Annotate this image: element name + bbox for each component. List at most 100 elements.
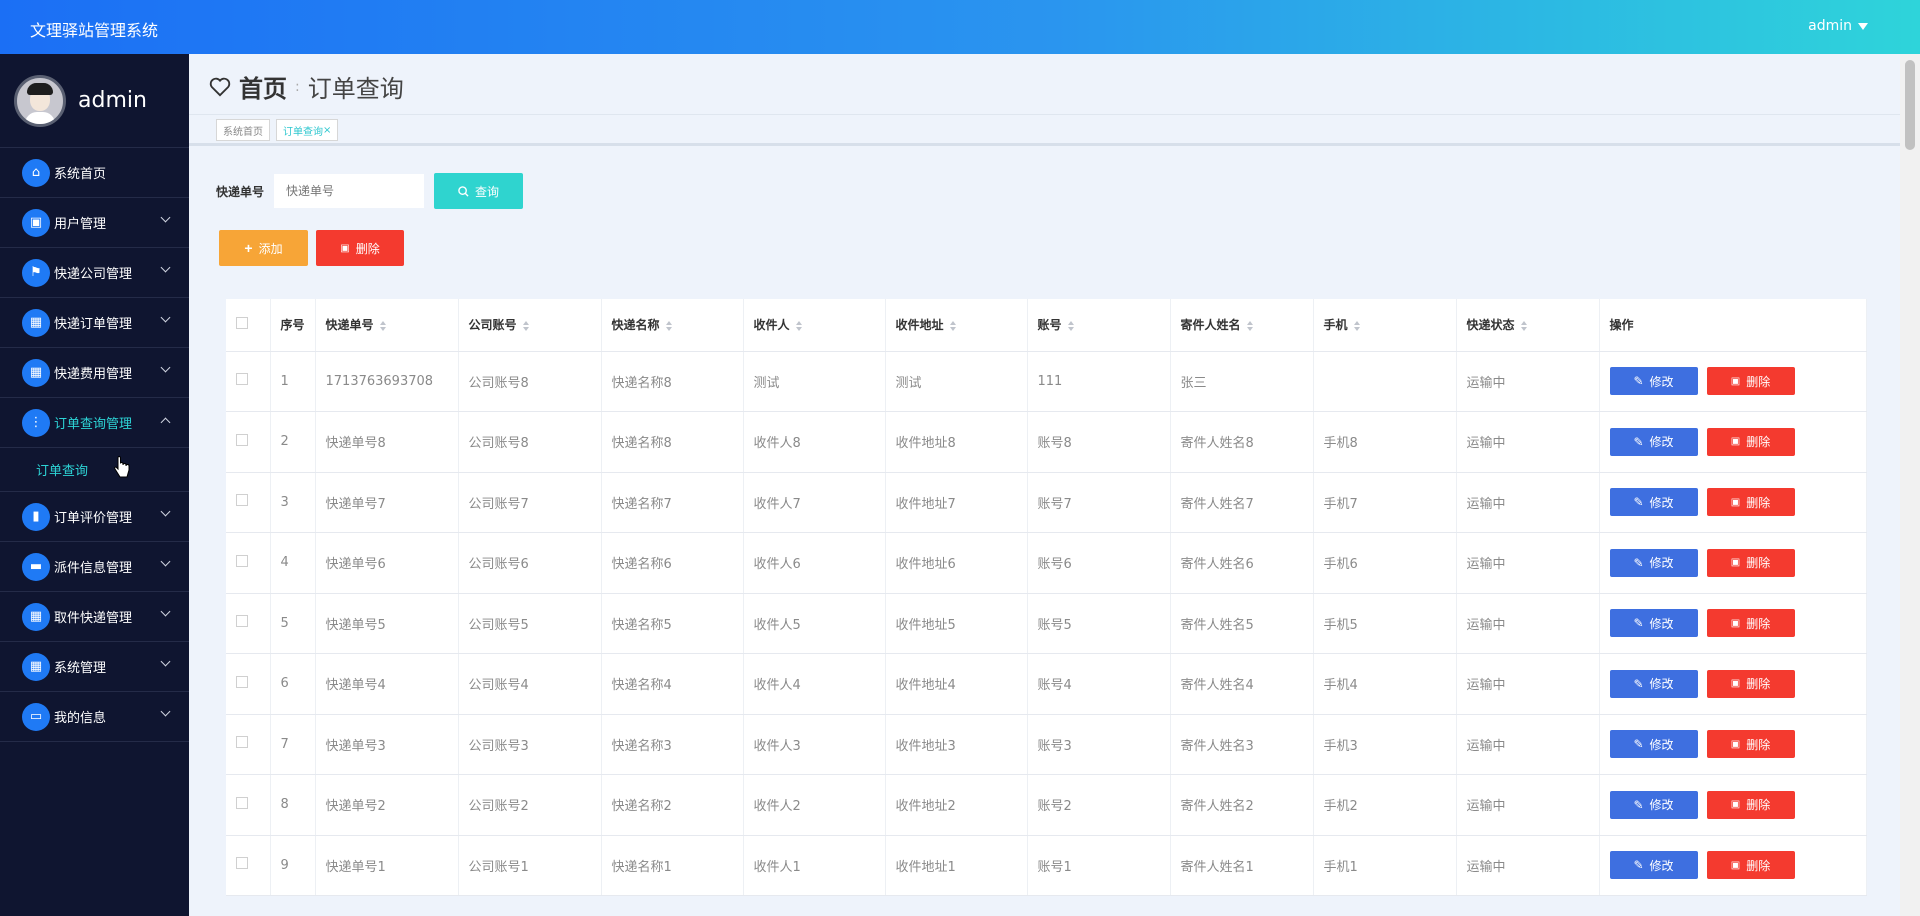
table-cell: 手机7 bbox=[1313, 472, 1457, 533]
table-cell: 1713763693708 bbox=[315, 351, 459, 412]
search-button[interactable]: 查询 bbox=[434, 173, 524, 209]
edit-button[interactable]: ✎ 修改 bbox=[1609, 427, 1698, 456]
column-header[interactable]: 快递名称 bbox=[601, 299, 744, 352]
add-button[interactable]: + 添加 bbox=[219, 230, 308, 266]
sort-icon[interactable] bbox=[1067, 320, 1076, 331]
edit-button[interactable]: ✎ 修改 bbox=[1609, 790, 1698, 819]
row-select-cell bbox=[226, 593, 271, 654]
trash-icon: ▣ bbox=[1730, 859, 1741, 871]
delete-button[interactable]: ▣ 删除 bbox=[1706, 730, 1795, 759]
row-checkbox[interactable] bbox=[236, 857, 248, 870]
column-header[interactable]: 快递单号 bbox=[315, 299, 459, 352]
sort-icon[interactable] bbox=[665, 320, 674, 331]
search-input[interactable] bbox=[274, 174, 425, 208]
column-header[interactable]: 手机 bbox=[1313, 299, 1457, 352]
table-cell: 快递名称8 bbox=[601, 411, 744, 473]
table-cell: 收件地址5 bbox=[885, 593, 1028, 654]
table-row: 3 快递单号7 公司账号7 快递名称7 收件人7 收件地址7 账号7 寄件人姓名7 手机7 运输中… bbox=[226, 472, 1867, 533]
sidebar-item-label: 系统管理 bbox=[54, 661, 107, 676]
row-checkbox[interactable] bbox=[236, 494, 248, 507]
sort-icon[interactable] bbox=[1246, 320, 1255, 331]
sidebar-item-3[interactable]: ▦ 快递订单管理 bbox=[0, 298, 189, 348]
sidebar-item-0[interactable]: ⌂ 系统首页 bbox=[0, 148, 189, 198]
row-actions: ✎ 修改 ▣ 删除 bbox=[1599, 774, 1867, 836]
edit-icon: ✎ bbox=[1633, 495, 1644, 510]
column-header[interactable]: 收件地址 bbox=[885, 299, 1028, 352]
scrollbar-thumb[interactable] bbox=[1905, 60, 1915, 150]
sidebar-item-7[interactable]: ▬ 派件信息管理 bbox=[0, 542, 189, 592]
delete-button[interactable]: ▣ 删除 bbox=[1706, 548, 1795, 577]
sort-icon[interactable] bbox=[795, 320, 804, 331]
column-header[interactable]: 快递状态 bbox=[1456, 299, 1600, 352]
delete-button[interactable]: ▣ 删除 bbox=[1706, 427, 1795, 456]
sort-icon[interactable] bbox=[1353, 320, 1362, 331]
table-cell bbox=[1313, 351, 1457, 412]
batch-delete-button[interactable]: ▣ 删除 bbox=[316, 230, 404, 266]
user-menu[interactable]: admin bbox=[1808, 18, 1868, 34]
table-cell: 2 bbox=[270, 411, 316, 473]
breadcrumb-home[interactable]: 首页 bbox=[239, 69, 287, 104]
row-checkbox[interactable] bbox=[236, 736, 248, 749]
delete-button[interactable]: ▣ 删除 bbox=[1706, 851, 1795, 880]
flag-icon: ⚑ bbox=[22, 258, 50, 287]
table-cell: 收件人6 bbox=[743, 532, 886, 594]
column-header[interactable]: 寄件人姓名 bbox=[1170, 299, 1314, 352]
delete-button[interactable]: ▣ 删除 bbox=[1706, 488, 1795, 517]
edit-button[interactable]: ✎ 修改 bbox=[1609, 488, 1698, 517]
row-select-cell bbox=[226, 835, 271, 896]
delete-button[interactable]: ▣ 删除 bbox=[1706, 367, 1795, 396]
sidebar-item-10[interactable]: ▭ 我的信息 bbox=[0, 692, 189, 742]
sort-icon[interactable] bbox=[379, 320, 388, 331]
column-header[interactable]: 账号 bbox=[1027, 299, 1171, 352]
column-header[interactable]: 收件人 bbox=[743, 299, 886, 352]
row-checkbox[interactable] bbox=[236, 373, 248, 386]
sidebar-item-4[interactable]: ▦ 快递费用管理 bbox=[0, 348, 189, 398]
edit-icon: ✎ bbox=[1633, 858, 1644, 873]
trash-icon: ▣ bbox=[1730, 436, 1741, 448]
clipboard-icon: ▣ bbox=[22, 208, 50, 237]
sidebar-item-2[interactable]: ⚑ 快递公司管理 bbox=[0, 248, 189, 298]
delete-button[interactable]: ▣ 删除 bbox=[1706, 609, 1795, 638]
sort-icon[interactable] bbox=[949, 320, 958, 331]
table-cell: 收件人2 bbox=[743, 774, 886, 836]
row-checkbox[interactable] bbox=[236, 675, 248, 688]
hand-cursor-icon bbox=[114, 456, 130, 478]
sidebar-item-9[interactable]: ▦ 系统管理 bbox=[0, 642, 189, 692]
card-icon: ▭ bbox=[22, 702, 50, 731]
row-checkbox[interactable] bbox=[236, 615, 248, 628]
edit-button[interactable]: ✎ 修改 bbox=[1609, 609, 1698, 638]
edit-button[interactable]: ✎ 修改 bbox=[1609, 548, 1698, 577]
sidebar-item-8[interactable]: ▦ 取件快递管理 bbox=[0, 592, 189, 642]
chevron-down-icon bbox=[160, 312, 171, 323]
sort-icon[interactable] bbox=[1520, 320, 1529, 331]
sidebar-subitem-order-query[interactable]: 订单查询 bbox=[0, 448, 189, 492]
sidebar-item-6[interactable]: ▮ 订单评价管理 bbox=[0, 492, 189, 542]
delete-button[interactable]: ▣ 删除 bbox=[1706, 669, 1795, 698]
chevron-down-icon bbox=[160, 362, 171, 373]
select-all-checkbox[interactable] bbox=[236, 317, 248, 330]
edit-button[interactable]: ✎ 修改 bbox=[1609, 851, 1698, 880]
row-checkbox[interactable] bbox=[236, 554, 248, 567]
tab-system-home[interactable]: 系统首页 bbox=[216, 119, 270, 141]
row-actions: ✎ 修改 ▣ 删除 bbox=[1599, 411, 1867, 473]
delete-button[interactable]: ▣ 删除 bbox=[1706, 790, 1795, 819]
row-checkbox[interactable] bbox=[236, 433, 248, 446]
page-scrollbar[interactable] bbox=[1900, 54, 1920, 916]
edit-button[interactable]: ✎ 修改 bbox=[1609, 669, 1698, 698]
table-cell: 公司账号7 bbox=[458, 472, 602, 533]
edit-button[interactable]: ✎ 修改 bbox=[1609, 367, 1698, 396]
table-cell: 快递单号1 bbox=[315, 835, 459, 896]
sidebar-item-1[interactable]: ▣ 用户管理 bbox=[0, 198, 189, 248]
row-checkbox[interactable] bbox=[236, 796, 248, 809]
edit-icon: ✎ bbox=[1633, 737, 1644, 752]
tab-order-query[interactable]: 订单查询 × bbox=[276, 119, 339, 141]
table-cell: 收件人1 bbox=[743, 835, 886, 896]
sidebar-item-5[interactable]: ⋮ 订单查询管理 bbox=[0, 398, 189, 448]
column-header[interactable]: 公司账号 bbox=[458, 299, 602, 352]
avatar bbox=[14, 74, 66, 127]
table-cell: 收件人8 bbox=[743, 411, 886, 473]
edit-button[interactable]: ✎ 修改 bbox=[1609, 730, 1698, 759]
table-cell: 8 bbox=[270, 774, 316, 836]
sort-icon[interactable] bbox=[522, 320, 531, 331]
close-icon[interactable]: × bbox=[323, 125, 331, 136]
